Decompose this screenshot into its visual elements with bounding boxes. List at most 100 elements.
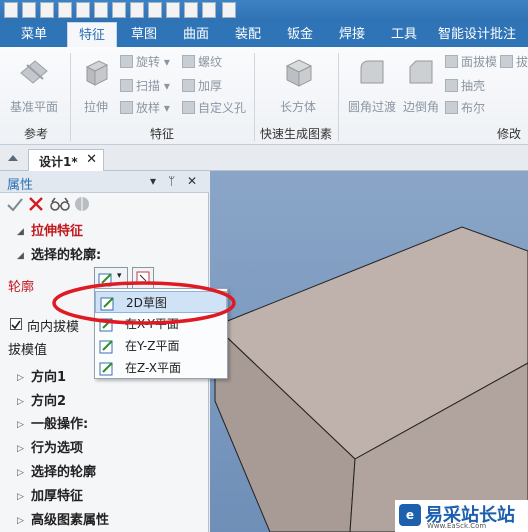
- boolean-button[interactable]: 布尔: [445, 99, 485, 117]
- close-icon[interactable]: ✕: [86, 152, 97, 167]
- menu-item-yz-plane[interactable]: 在Y-Z平面: [95, 335, 227, 357]
- group-label-feature: 特征: [150, 127, 175, 141]
- extrude-button[interactable]: 拉伸: [72, 53, 120, 117]
- redo-icon[interactable]: [76, 2, 90, 18]
- loft-button[interactable]: 放样 ▾: [120, 99, 170, 117]
- pin-icon[interactable]: ᛘ: [168, 174, 175, 188]
- shell-button[interactable]: 抽壳: [445, 77, 485, 95]
- base-plane-button[interactable]: 基准平面: [6, 53, 62, 117]
- sketch-zx-icon: [99, 362, 113, 376]
- collapse-arrow-icon[interactable]: ◢: [17, 245, 24, 267]
- tab-sheet-metal[interactable]: 钣金: [278, 22, 322, 47]
- print-icon[interactable]: [94, 2, 108, 18]
- preview-glasses-icon[interactable]: [50, 196, 70, 212]
- save-icon[interactable]: [40, 2, 54, 18]
- revolve-label: 旋转: [136, 55, 161, 69]
- section-behavior-options[interactable]: ▷ 行为选项: [0, 438, 209, 460]
- undo-icon[interactable]: [58, 2, 72, 18]
- document-tab[interactable]: 设计1* ✕: [28, 149, 104, 171]
- loft-label: 放样: [136, 101, 161, 115]
- watermark: e 易采站长站 Www.EaSck.Com: [395, 500, 528, 532]
- base-plane-label: 基准平面: [9, 100, 58, 114]
- panel-close-icon[interactable]: ✕: [187, 174, 197, 188]
- menu-item-label: 在Z-X平面: [125, 361, 181, 375]
- tab-scroll-icon[interactable]: [8, 155, 18, 161]
- panel-menu-icon[interactable]: ▾: [150, 174, 156, 188]
- group-label-quick: 快速生成图素: [260, 127, 333, 141]
- extrude-label: 拉伸: [83, 100, 108, 114]
- loft-icon: [120, 101, 133, 114]
- help-globe-icon[interactable]: [74, 196, 90, 212]
- box-icon: [285, 59, 313, 87]
- draft-label: 面拔模: [461, 55, 498, 69]
- expand-arrow-icon[interactable]: ▷: [17, 510, 24, 532]
- group-label-modify: 修改: [497, 127, 522, 141]
- tab-menu[interactable]: 菜单: [10, 22, 58, 47]
- expand-arrow-icon[interactable]: ▷: [17, 391, 24, 413]
- copy-icon[interactable]: [130, 2, 144, 18]
- light-icon[interactable]: [222, 2, 236, 18]
- tab-tools[interactable]: 工具: [382, 22, 426, 47]
- extra-modify-button[interactable]: 拔: [500, 53, 528, 71]
- watermark-url: Www.EaSck.Com: [427, 522, 487, 530]
- section-thicken-feature[interactable]: ▷ 加厚特征: [0, 486, 209, 508]
- fillet-icon: [360, 60, 384, 84]
- undo-arrow-icon[interactable]: [166, 2, 180, 18]
- section-selected-profile[interactable]: ▷ 选择的轮廓: [0, 462, 209, 484]
- chamfer-label: 边倒角: [402, 100, 439, 114]
- thread-label: 螺纹: [198, 55, 223, 69]
- new-file-icon[interactable]: [4, 2, 18, 18]
- extra-modify-label: 拔: [516, 55, 528, 69]
- expand-arrow-icon[interactable]: ▷: [17, 414, 24, 436]
- extrude-feature-row[interactable]: ◢ 拉伸特征: [0, 221, 209, 243]
- redo-arrow-icon[interactable]: [184, 2, 198, 18]
- tab-welding[interactable]: 焊接: [330, 22, 374, 47]
- thicken-button[interactable]: 加厚: [182, 77, 222, 95]
- tab-surface[interactable]: 曲面: [174, 22, 218, 47]
- tab-sketch[interactable]: 草图: [122, 22, 166, 47]
- cut-icon[interactable]: [148, 2, 162, 18]
- thread-button[interactable]: 螺纹: [182, 53, 222, 71]
- tab-feature[interactable]: 特征: [67, 22, 117, 47]
- expand-arrow-icon[interactable]: ▷: [17, 486, 24, 508]
- section-label: 方向1: [31, 370, 67, 385]
- sketch-yz-icon: [99, 340, 113, 354]
- box-model[interactable]: [210, 171, 528, 532]
- extrude-icon: [85, 60, 109, 86]
- expand-arrow-icon[interactable]: ▷: [17, 367, 24, 389]
- collapse-arrow-icon[interactable]: ◢: [17, 221, 24, 243]
- panel-header: 属性 ▾ ᛘ ✕: [0, 171, 209, 193]
- section-direction-2[interactable]: ▷ 方向2: [0, 391, 209, 413]
- feature-title: 拉伸特征: [31, 224, 84, 239]
- panel-toolbar: [0, 193, 209, 218]
- fillet-button[interactable]: 圆角过渡: [344, 53, 400, 117]
- draft-value-label: 拔模值: [8, 343, 48, 358]
- document-tab-strip: 设计1* ✕: [0, 145, 528, 171]
- document-tab-label: 设计1*: [39, 155, 78, 169]
- tab-assembly[interactable]: 装配: [226, 22, 270, 47]
- section-advanced-properties[interactable]: ▷ 高级图素属性: [0, 510, 209, 532]
- custom-hole-button[interactable]: 自定义孔: [182, 99, 246, 117]
- draft-button[interactable]: 面拔模: [445, 53, 497, 71]
- paste-icon[interactable]: [112, 2, 126, 18]
- open-file-icon[interactable]: [22, 2, 36, 18]
- expand-arrow-icon[interactable]: ▷: [17, 438, 24, 460]
- 3d-viewport[interactable]: [210, 171, 528, 532]
- render-icon[interactable]: [202, 2, 216, 18]
- checkmark-icon: [11, 320, 21, 330]
- chamfer-button[interactable]: 边倒角: [400, 53, 442, 117]
- selected-profile-row[interactable]: ◢ 选择的轮廓:: [0, 245, 209, 267]
- ribbon-separator: [254, 53, 255, 141]
- base-plane-icon: [20, 60, 48, 84]
- tab-smart-annotation[interactable]: 智能设计批注: [438, 22, 528, 47]
- inward-draft-checkbox[interactable]: [10, 318, 22, 330]
- box-label: 长方体: [279, 100, 316, 114]
- box-button[interactable]: 长方体: [268, 53, 328, 117]
- cancel-icon[interactable]: [29, 197, 43, 211]
- menu-item-zx-plane[interactable]: 在Z-X平面: [95, 357, 227, 379]
- sweep-button[interactable]: 扫描 ▾: [120, 77, 170, 95]
- section-general-ops[interactable]: ▷ 一般操作:: [0, 414, 209, 436]
- revolve-button[interactable]: 旋转 ▾: [120, 53, 170, 71]
- expand-arrow-icon[interactable]: ▷: [17, 462, 24, 484]
- confirm-icon[interactable]: [7, 198, 23, 212]
